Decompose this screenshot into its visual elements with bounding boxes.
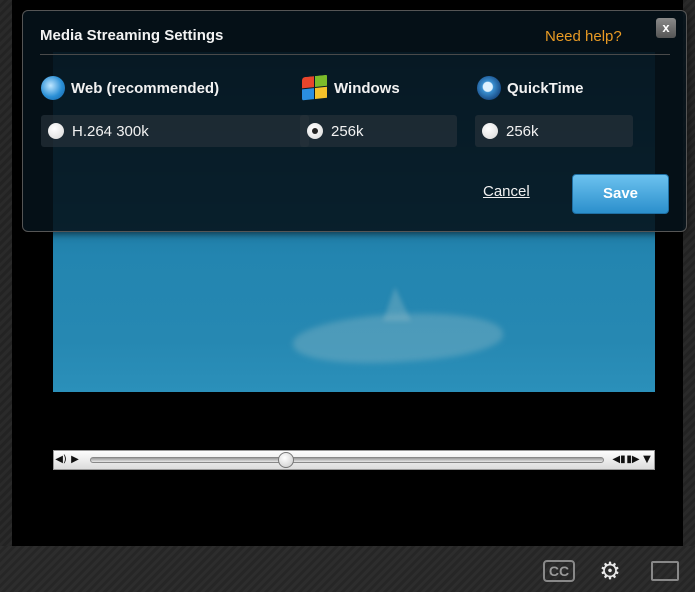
column-quicktime: QuickTime — [477, 76, 583, 100]
column-web: Web (recommended) — [41, 76, 219, 100]
help-link[interactable]: Need help? — [545, 28, 622, 45]
column-label: QuickTime — [507, 79, 584, 97]
option-label: 256k — [331, 122, 364, 140]
seek-bar[interactable] — [90, 452, 604, 468]
option-label: H.264 300k — [72, 122, 149, 140]
save-button[interactable]: Save — [572, 174, 669, 214]
chevron-down-icon[interactable]: ▼ — [640, 451, 654, 469]
shark — [291, 306, 505, 370]
cancel-button[interactable]: Cancel — [483, 183, 530, 200]
volume-icon[interactable]: ◀) — [54, 451, 68, 469]
option-web[interactable]: H.264 300k — [41, 115, 309, 147]
step-back-icon[interactable]: ◀▮ — [612, 451, 626, 469]
column-label: Web (recommended) — [71, 79, 220, 97]
close-button[interactable]: x — [656, 18, 676, 38]
column-label: Windows — [334, 79, 400, 97]
settings-dialog: Media Streaming Settings Need help? x We… — [22, 10, 687, 232]
seek-thumb[interactable] — [277, 452, 294, 468]
play-icon[interactable]: ▶ — [68, 451, 82, 469]
closed-captions-button[interactable]: CC — [543, 560, 575, 582]
option-label: 256k — [506, 122, 539, 140]
gear-icon[interactable]: ⚙ — [596, 557, 624, 585]
radio-windows[interactable] — [307, 123, 323, 139]
column-windows: Windows — [302, 74, 400, 102]
option-quicktime[interactable]: 256k — [475, 115, 633, 147]
step-forward-icon[interactable]: ▮▶ — [626, 451, 640, 469]
fullscreen-icon[interactable] — [651, 561, 679, 581]
quicktime-logo-icon — [477, 76, 501, 100]
bottom-toolbar — [0, 546, 695, 592]
dialog-title: Media Streaming Settings — [40, 27, 224, 44]
playback-controls: ◀) ▶ ◀▮ ▮▶ ▼ — [53, 450, 655, 470]
divider — [40, 54, 670, 55]
radio-web[interactable] — [48, 123, 64, 139]
radio-quicktime[interactable] — [482, 123, 498, 139]
option-windows[interactable]: 256k — [300, 115, 457, 147]
globe-icon — [41, 76, 65, 100]
windows-logo-icon — [302, 74, 328, 102]
